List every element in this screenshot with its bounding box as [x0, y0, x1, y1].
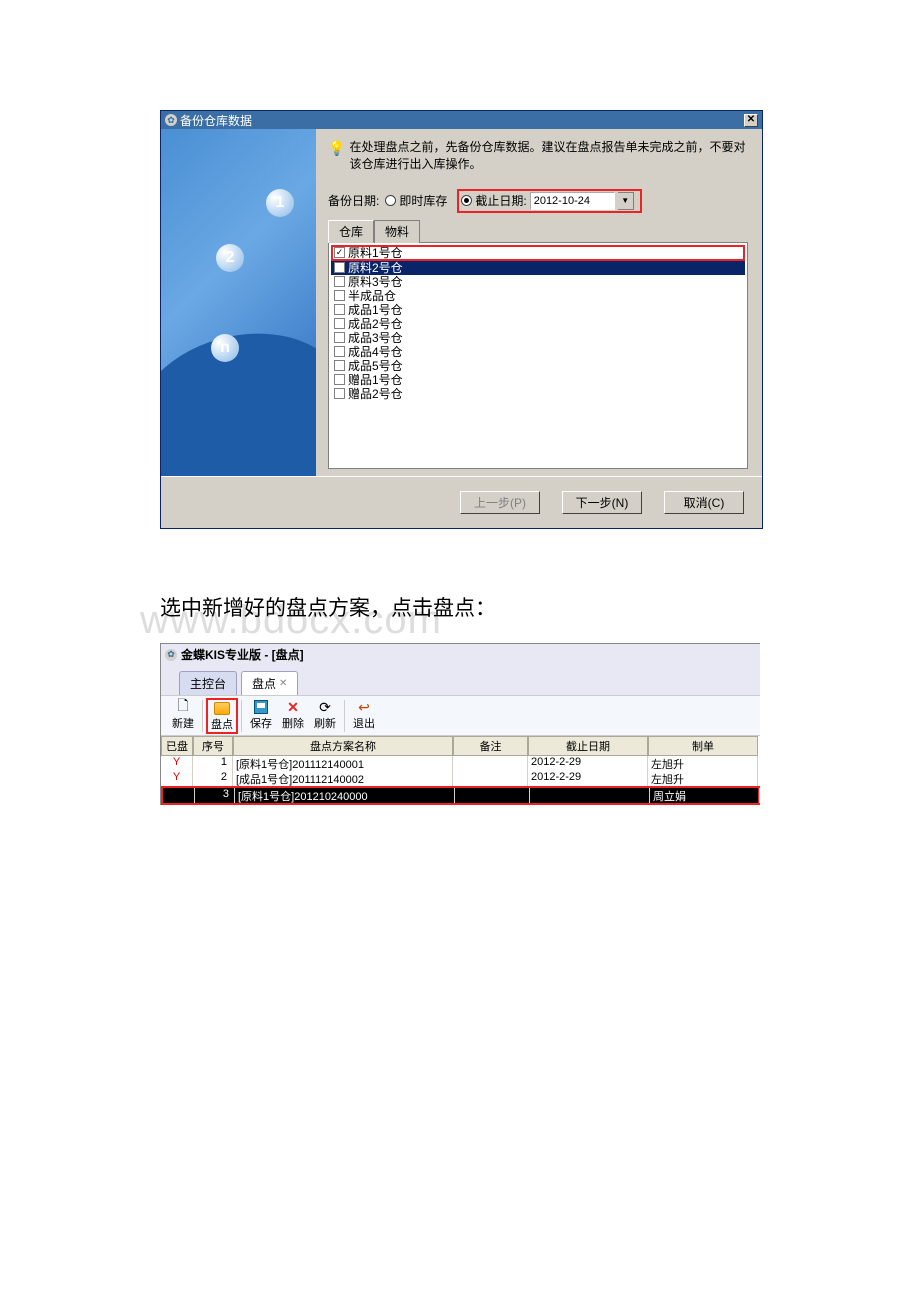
app-title: 金蝶KIS专业版 - [盘点]: [181, 646, 304, 663]
pandian-label: 盘点: [211, 716, 233, 732]
gear-icon: ✿: [165, 649, 177, 661]
radio-until[interactable]: 截止日期: ▼: [457, 189, 641, 213]
radio-icon: [385, 195, 396, 206]
cell: [530, 788, 650, 803]
checkbox-icon[interactable]: [334, 276, 345, 287]
exit-button[interactable]: ↩ 退出: [348, 698, 380, 734]
cell: 2: [193, 771, 233, 786]
exit-label: 退出: [353, 715, 375, 731]
close-button[interactable]: ✕: [744, 114, 758, 127]
warehouse-list: ✓原料1号仓原料2号仓原料3号仓半成品仓成品1号仓成品2号仓成品3号仓成品4号仓…: [328, 242, 748, 469]
table-row[interactable]: 3[原料1号仓]201210240000 周立娟: [163, 788, 758, 803]
radio-now[interactable]: 即时库存: [383, 191, 453, 210]
cell: 左旭升: [648, 756, 758, 771]
delete-label: 删除: [282, 715, 304, 731]
backup-date-label: 备份日期:: [328, 192, 379, 209]
checkbox-icon[interactable]: [334, 290, 345, 301]
checkbox-icon[interactable]: [334, 388, 345, 399]
save-button[interactable]: 保存: [245, 698, 277, 734]
radio-until-label: 截止日期:: [475, 192, 526, 209]
tab-main-console[interactable]: 主控台: [179, 671, 237, 695]
new-button[interactable]: 🗋 新建: [167, 698, 199, 734]
checkbox-icon[interactable]: [334, 332, 345, 343]
dialog-title: 备份仓库数据: [180, 112, 252, 129]
checkbox-icon[interactable]: [334, 262, 345, 273]
checkbox-icon[interactable]: [334, 304, 345, 315]
table-header: 已盘 序号 盘点方案名称 备注 截止日期 制单: [161, 736, 760, 756]
checkbox-icon[interactable]: [334, 360, 345, 371]
titlebar: ✿ 备份仓库数据 ✕: [161, 111, 762, 129]
table-row[interactable]: Y2[成品1号仓]201112140002 2012-2-29左旭升: [161, 771, 760, 786]
checkbox-icon[interactable]: [334, 346, 345, 357]
checkbox-icon[interactable]: ✓: [334, 247, 345, 258]
wizard-sidebar-image: 1 2 n: [161, 129, 316, 476]
cell: [453, 756, 528, 771]
cell: [453, 771, 528, 786]
cell: [163, 788, 195, 803]
toolbar: 🗋 新建 盘点 保存 ✕ 删除 ⟳ 刷新 ↩ 退出: [161, 695, 760, 736]
col-maker: 制单: [648, 736, 758, 756]
cutoff-date-input[interactable]: [530, 192, 615, 210]
tab-pandian-label: 盘点: [252, 675, 276, 692]
refresh-button[interactable]: ⟳ 刷新: [309, 698, 341, 734]
tab-warehouse[interactable]: 仓库: [328, 220, 374, 243]
next-button[interactable]: 下一步(N): [562, 491, 642, 514]
save-label: 保存: [250, 715, 272, 731]
col-name: 盘点方案名称: [233, 736, 453, 756]
warehouse-label: 赠品2号仓: [348, 385, 403, 402]
pandian-button[interactable]: 盘点: [206, 698, 238, 734]
cell: [原料1号仓]201112140001: [233, 756, 453, 771]
cell: 左旭升: [648, 771, 758, 786]
save-icon: [253, 699, 269, 715]
checkbox-icon[interactable]: [334, 374, 345, 385]
hint-text: 在处理盘点之前，先备份仓库数据。建议在盘点报告单未完成之前，不要对该仓库进行出入…: [349, 139, 750, 173]
radio-icon: [461, 195, 472, 206]
new-label: 新建: [172, 715, 194, 731]
open-icon: [214, 700, 230, 716]
kis-app-window: ✿ 金蝶KIS专业版 - [盘点] 主控台 盘点 ✕ 🗋 新建 盘点 保存 ✕ …: [160, 643, 760, 805]
col-remark: 备注: [453, 736, 528, 756]
radio-now-label: 即时库存: [399, 192, 447, 209]
refresh-label: 刷新: [314, 715, 336, 731]
chevron-down-icon[interactable]: ▼: [618, 192, 634, 210]
new-icon: 🗋: [175, 699, 191, 715]
cell: [455, 788, 530, 803]
prev-button: 上一步(P): [460, 491, 540, 514]
app-titlebar: ✿ 金蝶KIS专业版 - [盘点]: [161, 644, 760, 665]
cell: [原料1号仓]201210240000: [235, 788, 455, 803]
col-date: 截止日期: [528, 736, 648, 756]
lightbulb-icon: 💡: [328, 139, 345, 159]
close-icon[interactable]: ✕: [279, 678, 287, 689]
cancel-button[interactable]: 取消(C): [664, 491, 744, 514]
delete-button[interactable]: ✕ 删除: [277, 698, 309, 734]
checkbox-icon[interactable]: [334, 318, 345, 329]
cell: Y: [161, 771, 193, 786]
cell: [成品1号仓]201112140002: [233, 771, 453, 786]
cell: 1: [193, 756, 233, 771]
cell: 2012-2-29: [528, 771, 648, 786]
warehouse-list-item[interactable]: 赠品2号仓: [331, 387, 745, 401]
tab-material[interactable]: 物料: [374, 220, 420, 243]
cell: 周立娟: [650, 788, 760, 803]
col-seq: 序号: [193, 736, 233, 756]
cell: Y: [161, 756, 193, 771]
tab-pandian[interactable]: 盘点 ✕: [241, 671, 298, 695]
delete-icon: ✕: [285, 699, 301, 715]
gear-icon: ✿: [165, 114, 177, 126]
cell: 2012-2-29: [528, 756, 648, 771]
backup-warehouse-dialog: ✿ 备份仓库数据 ✕ 1 2 n 💡 在处理盘点之前，先备份仓库数据。建议在盘点…: [160, 110, 763, 529]
exit-icon: ↩: [356, 699, 372, 715]
instruction-text: 选中新增好的盘点方案，点击盘点：: [160, 592, 760, 622]
table-row[interactable]: Y1[原料1号仓]201112140001 2012-2-29左旭升: [161, 756, 760, 771]
cell: 3: [195, 788, 235, 803]
col-done: 已盘: [161, 736, 193, 756]
refresh-icon: ⟳: [317, 699, 333, 715]
